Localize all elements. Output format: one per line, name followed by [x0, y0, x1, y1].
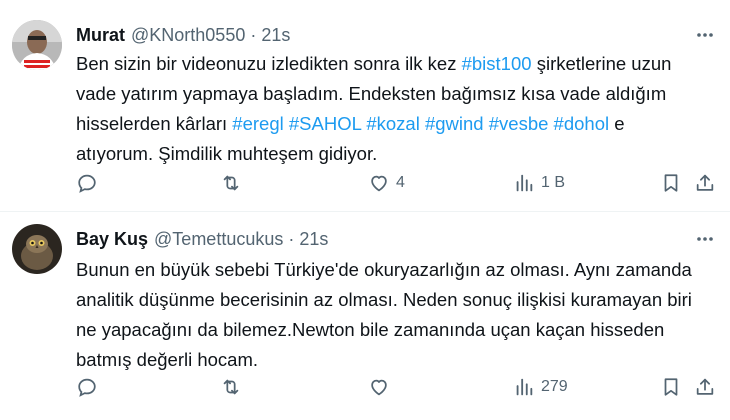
- more-icon: [697, 33, 713, 37]
- like-button[interactable]: [368, 372, 396, 402]
- hashtag-link[interactable]: #kozal: [366, 113, 419, 134]
- more-button[interactable]: [692, 226, 718, 252]
- separator: ·: [250, 24, 257, 45]
- hashtag-link[interactable]: #gwind: [425, 113, 484, 134]
- tweet-1[interactable]: Murat @KNorth0550 · 21s Ben sizin bir vi…: [0, 0, 730, 212]
- reply-icon: [78, 378, 96, 397]
- action-bar: 4 1 B: [76, 168, 716, 198]
- avatar[interactable]: [12, 20, 62, 70]
- share-icon: [696, 174, 714, 191]
- hashtag-link[interactable]: #dohol: [554, 113, 610, 134]
- share-icon: [696, 378, 714, 395]
- tweet-header: Murat @KNorth0550 · 21s: [76, 22, 290, 48]
- views-button[interactable]: 1 B: [513, 168, 565, 198]
- share-button[interactable]: [694, 372, 716, 402]
- hashtag-link[interactable]: #vesbe: [489, 113, 549, 134]
- share-button[interactable]: [694, 168, 716, 198]
- more-icon: [697, 237, 713, 241]
- retweet-icon: [223, 175, 239, 191]
- bookmark-button[interactable]: [660, 372, 682, 402]
- bookmark-icon: [664, 174, 678, 192]
- reply-button[interactable]: [76, 168, 104, 198]
- tweet-text: Ben sizin bir videonuzu izledikten sonra…: [76, 49, 706, 169]
- timestamp[interactable]: 21s: [299, 229, 328, 250]
- like-button[interactable]: 4: [368, 168, 405, 198]
- views-button[interactable]: 279: [513, 372, 568, 402]
- hashtag-link[interactable]: #eregl: [232, 113, 283, 134]
- separator: ·: [288, 228, 295, 249]
- view-count: 279: [541, 378, 568, 395]
- bookmark-icon: [664, 378, 678, 396]
- action-bar: 279: [76, 372, 716, 402]
- more-button[interactable]: [692, 22, 718, 48]
- views-icon: [516, 378, 533, 396]
- retweet-button[interactable]: [220, 372, 248, 402]
- reply-button[interactable]: [76, 372, 104, 402]
- hashtag-link[interactable]: #SAHOL: [289, 113, 361, 134]
- display-name[interactable]: Bay Kuş: [76, 229, 148, 250]
- views-icon: [516, 174, 533, 192]
- display-name[interactable]: Murat: [76, 25, 125, 46]
- bookmark-button[interactable]: [660, 168, 682, 198]
- tweet-header: Bay Kuş @Temettucukus · 21s: [76, 226, 328, 252]
- reply-icon: [78, 174, 96, 193]
- like-icon: [371, 379, 387, 396]
- like-count: 4: [396, 174, 405, 191]
- retweet-button[interactable]: [220, 168, 248, 198]
- user-handle[interactable]: @KNorth0550: [131, 25, 245, 46]
- like-icon: [371, 175, 387, 192]
- hashtag-link[interactable]: #bist100: [462, 53, 532, 74]
- tweet-text-segment: Ben sizin bir videonuzu izledikten sonra…: [76, 53, 462, 74]
- tweet-text-segment: Bunun en büyük sebebi Türkiye'de okuryaz…: [76, 259, 692, 370]
- tweet-2[interactable]: Bay Kuş @Temettucukus · 21s Bunun en büy…: [0, 212, 730, 420]
- avatar[interactable]: [12, 224, 62, 274]
- user-handle[interactable]: @Temettucukus: [154, 229, 283, 250]
- view-count: 1 B: [541, 174, 566, 191]
- retweet-icon: [223, 379, 239, 395]
- tweet-text: Bunun en büyük sebebi Türkiye'de okuryaz…: [76, 255, 706, 375]
- timestamp[interactable]: 21s: [261, 25, 290, 46]
